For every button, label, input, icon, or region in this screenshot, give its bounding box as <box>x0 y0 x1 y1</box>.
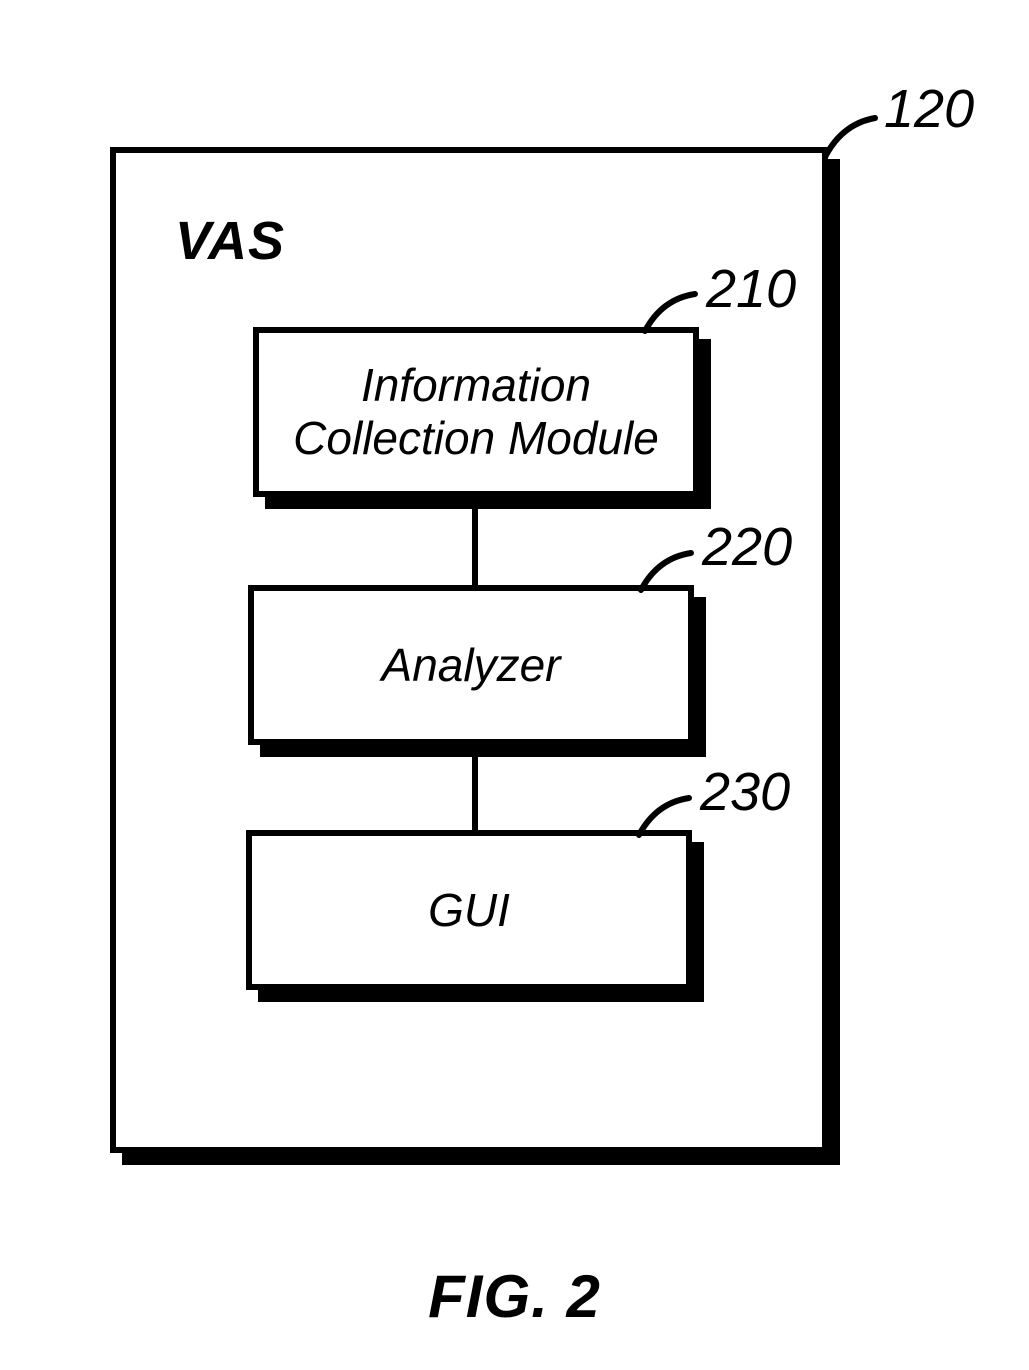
leader-container <box>820 112 890 172</box>
ref-block-3: 230 <box>700 761 790 823</box>
container-label: VAS <box>175 210 285 272</box>
leader-block-3 <box>634 793 704 848</box>
ref-block-1: 210 <box>706 258 796 320</box>
leader-block-2 <box>636 548 706 603</box>
connector-2-3 <box>472 757 478 830</box>
block-analyzer: Analyzer <box>248 585 694 745</box>
ref-container: 120 <box>884 78 974 140</box>
leader-block-1 <box>640 289 710 344</box>
figure-caption: FIG. 2 <box>0 1262 1029 1331</box>
diagram-canvas: VAS 120 Information Collection Module 21… <box>0 0 1029 1370</box>
block-gui: GUI <box>246 830 692 990</box>
ref-block-2: 220 <box>702 516 792 578</box>
block-information-collection-module: Information Collection Module <box>253 327 699 497</box>
connector-1-2 <box>472 509 478 585</box>
